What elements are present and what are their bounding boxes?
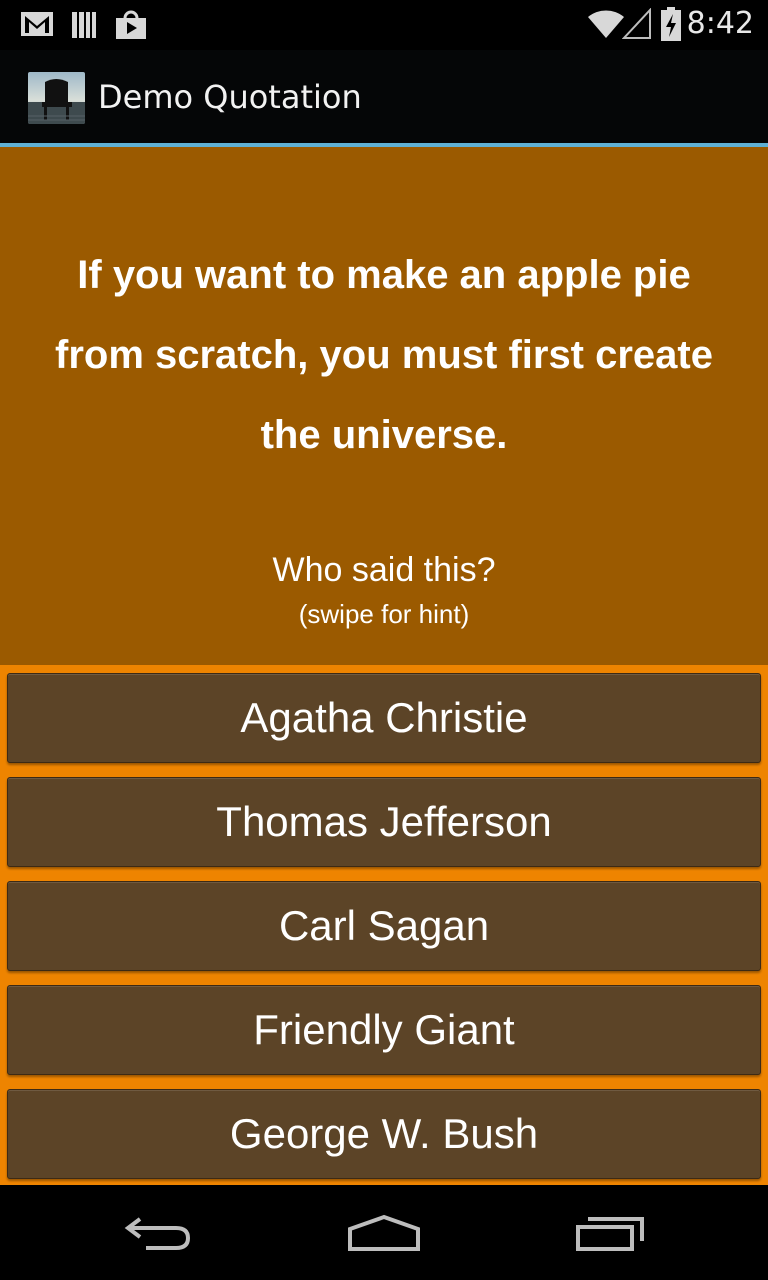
answer-button-carl-sagan[interactable]: Carl Sagan <box>7 881 761 971</box>
status-bar: 8:42 <box>0 0 768 50</box>
action-bar: Demo Quotation <box>0 50 768 143</box>
quote-panel[interactable]: If you want to make an apple pie from sc… <box>0 147 768 665</box>
home-icon[interactable] <box>344 1207 424 1261</box>
clock: 8:42 <box>686 6 754 41</box>
battery-charging-icon <box>660 6 682 46</box>
answer-button-thomas-jefferson[interactable]: Thomas Jefferson <box>7 777 761 867</box>
signal-icon <box>621 7 652 44</box>
app-title: Demo Quotation <box>98 78 362 116</box>
question-label: Who said this? <box>272 551 496 589</box>
answer-button-friendly-giant[interactable]: Friendly Giant <box>7 985 761 1075</box>
back-icon[interactable] <box>118 1207 198 1261</box>
answer-button-george-w-bush[interactable]: George W. Bush <box>7 1089 761 1179</box>
wifi-icon <box>586 8 626 44</box>
recent-apps-icon[interactable] <box>570 1207 650 1261</box>
answer-list: Agatha Christie Thomas Jefferson Carl Sa… <box>0 665 768 1185</box>
answer-button-agatha-christie[interactable]: Agatha Christie <box>7 673 761 763</box>
chair-photo-icon[interactable] <box>28 72 85 124</box>
library-icon <box>70 10 98 44</box>
hint-label: (swipe for hint) <box>298 599 470 629</box>
gmail-icon <box>20 10 54 42</box>
navigation-bar <box>0 1185 768 1280</box>
play-store-icon <box>114 10 148 44</box>
quote-text: If you want to make an apple pie from sc… <box>55 253 713 457</box>
